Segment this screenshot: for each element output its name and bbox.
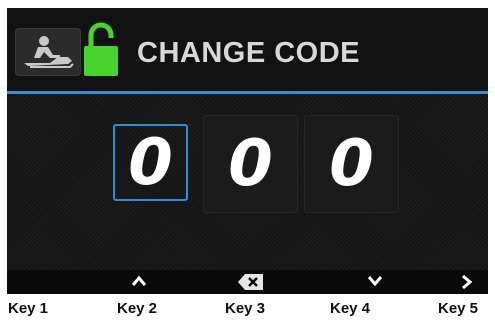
key-4-button[interactable]: Key 4 (330, 300, 370, 317)
code-digit-2[interactable]: 0 (203, 115, 298, 213)
chevron-right-icon (462, 274, 473, 290)
header-divider (7, 91, 488, 94)
code-digit-1-value: 0 (128, 125, 173, 200)
chevron-up-icon (131, 275, 147, 286)
page-title: CHANGE CODE (137, 37, 361, 69)
key-3-button[interactable]: Key 3 (225, 300, 265, 317)
chevron-down-icon (367, 276, 383, 287)
key-1-button[interactable]: Key 1 (8, 300, 48, 317)
softkey-bar (7, 270, 488, 294)
header-bar: CHANGE CODE (7, 8, 488, 91)
snowmobile-icon (15, 28, 81, 76)
unlocked-lock-icon (84, 22, 118, 76)
code-digit-1[interactable]: 0 (113, 124, 188, 201)
code-digit-3-value: 0 (329, 127, 374, 201)
display-screen: CHANGE CODE 0 0 0 (7, 8, 488, 294)
code-digit-2-value: 0 (228, 127, 273, 201)
code-digit-3[interactable]: 0 (304, 115, 399, 213)
key-5-button[interactable]: Key 5 (438, 300, 478, 317)
backspace-icon (238, 274, 263, 290)
key-2-button[interactable]: Key 2 (117, 300, 157, 317)
